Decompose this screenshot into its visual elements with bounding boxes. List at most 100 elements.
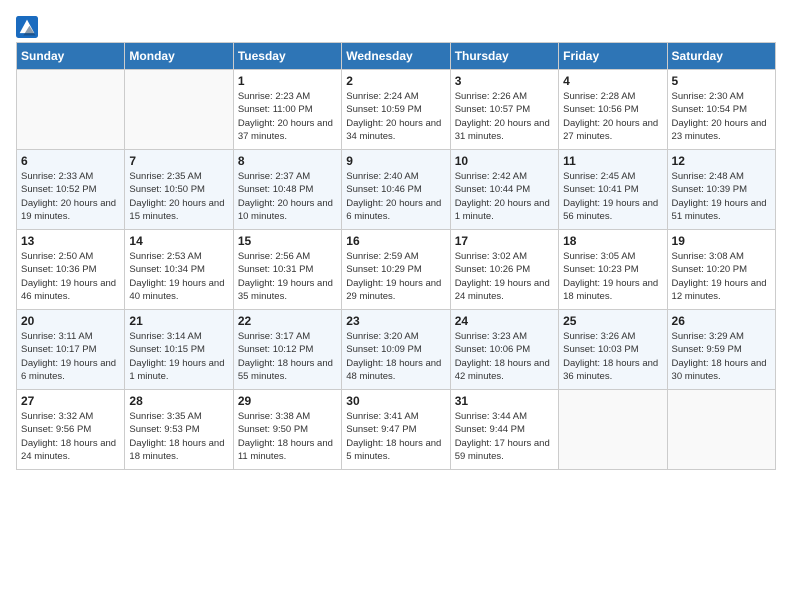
calendar-cell	[667, 390, 775, 470]
calendar-table: SundayMondayTuesdayWednesdayThursdayFrid…	[16, 42, 776, 470]
day-info: Sunrise: 2:33 AM Sunset: 10:52 PM Daylig…	[21, 170, 120, 223]
day-info: Sunrise: 3:23 AM Sunset: 10:06 PM Daylig…	[455, 330, 554, 383]
calendar-cell	[17, 70, 125, 150]
day-number: 22	[238, 314, 337, 328]
calendar-cell	[125, 70, 233, 150]
day-info: Sunrise: 2:59 AM Sunset: 10:29 PM Daylig…	[346, 250, 445, 303]
calendar-cell: 15 Sunrise: 2:56 AM Sunset: 10:31 PM Dayl…	[233, 230, 341, 310]
calendar-cell: 23 Sunrise: 3:20 AM Sunset: 10:09 PM Dayl…	[342, 310, 450, 390]
day-number: 20	[21, 314, 120, 328]
day-info: Sunrise: 2:24 AM Sunset: 10:59 PM Daylig…	[346, 90, 445, 143]
calendar-cell: 1 Sunrise: 2:23 AM Sunset: 11:00 PM Dayli…	[233, 70, 341, 150]
day-number: 23	[346, 314, 445, 328]
day-info: Sunrise: 2:37 AM Sunset: 10:48 PM Daylig…	[238, 170, 337, 223]
day-info: Sunrise: 3:32 AM Sunset: 9:56 PM Dayligh…	[21, 410, 120, 463]
day-number: 2	[346, 74, 445, 88]
calendar-week-row: 1 Sunrise: 2:23 AM Sunset: 11:00 PM Dayli…	[17, 70, 776, 150]
day-info: Sunrise: 2:48 AM Sunset: 10:39 PM Daylig…	[672, 170, 771, 223]
calendar-cell	[559, 390, 667, 470]
calendar-cell: 18 Sunrise: 3:05 AM Sunset: 10:23 PM Dayl…	[559, 230, 667, 310]
day-info: Sunrise: 3:41 AM Sunset: 9:47 PM Dayligh…	[346, 410, 445, 463]
day-number: 1	[238, 74, 337, 88]
day-info: Sunrise: 3:26 AM Sunset: 10:03 PM Daylig…	[563, 330, 662, 383]
calendar-cell: 8 Sunrise: 2:37 AM Sunset: 10:48 PM Dayli…	[233, 150, 341, 230]
day-number: 31	[455, 394, 554, 408]
day-info: Sunrise: 2:26 AM Sunset: 10:57 PM Daylig…	[455, 90, 554, 143]
calendar-header-monday: Monday	[125, 43, 233, 70]
calendar-cell: 7 Sunrise: 2:35 AM Sunset: 10:50 PM Dayli…	[125, 150, 233, 230]
calendar-cell: 19 Sunrise: 3:08 AM Sunset: 10:20 PM Dayl…	[667, 230, 775, 310]
day-number: 10	[455, 154, 554, 168]
day-info: Sunrise: 3:02 AM Sunset: 10:26 PM Daylig…	[455, 250, 554, 303]
day-number: 18	[563, 234, 662, 248]
day-number: 6	[21, 154, 120, 168]
calendar-cell: 16 Sunrise: 2:59 AM Sunset: 10:29 PM Dayl…	[342, 230, 450, 310]
day-number: 9	[346, 154, 445, 168]
calendar-cell: 22 Sunrise: 3:17 AM Sunset: 10:12 PM Dayl…	[233, 310, 341, 390]
calendar-cell: 9 Sunrise: 2:40 AM Sunset: 10:46 PM Dayli…	[342, 150, 450, 230]
day-info: Sunrise: 2:40 AM Sunset: 10:46 PM Daylig…	[346, 170, 445, 223]
day-info: Sunrise: 2:23 AM Sunset: 11:00 PM Daylig…	[238, 90, 337, 143]
calendar-cell: 24 Sunrise: 3:23 AM Sunset: 10:06 PM Dayl…	[450, 310, 558, 390]
day-info: Sunrise: 3:29 AM Sunset: 9:59 PM Dayligh…	[672, 330, 771, 383]
calendar-cell: 3 Sunrise: 2:26 AM Sunset: 10:57 PM Dayli…	[450, 70, 558, 150]
logo	[16, 16, 42, 38]
day-info: Sunrise: 3:20 AM Sunset: 10:09 PM Daylig…	[346, 330, 445, 383]
calendar-cell: 30 Sunrise: 3:41 AM Sunset: 9:47 PM Dayli…	[342, 390, 450, 470]
day-info: Sunrise: 3:17 AM Sunset: 10:12 PM Daylig…	[238, 330, 337, 383]
day-number: 25	[563, 314, 662, 328]
day-number: 28	[129, 394, 228, 408]
calendar-week-row: 6 Sunrise: 2:33 AM Sunset: 10:52 PM Dayli…	[17, 150, 776, 230]
day-number: 19	[672, 234, 771, 248]
day-number: 15	[238, 234, 337, 248]
calendar-cell: 14Sunrise: 2:53 AM Sunset: 10:34 PM Dayl…	[125, 230, 233, 310]
day-number: 14	[129, 234, 228, 248]
day-number: 24	[455, 314, 554, 328]
calendar-header-saturday: Saturday	[667, 43, 775, 70]
calendar-header-thursday: Thursday	[450, 43, 558, 70]
calendar-cell: 25 Sunrise: 3:26 AM Sunset: 10:03 PM Dayl…	[559, 310, 667, 390]
day-info: Sunrise: 3:11 AM Sunset: 10:17 PM Daylig…	[21, 330, 120, 383]
calendar-header-tuesday: Tuesday	[233, 43, 341, 70]
day-number: 11	[563, 154, 662, 168]
calendar-cell: 27 Sunrise: 3:32 AM Sunset: 9:56 PM Dayli…	[17, 390, 125, 470]
calendar-cell: 17 Sunrise: 3:02 AM Sunset: 10:26 PM Dayl…	[450, 230, 558, 310]
day-info: Sunrise: 3:38 AM Sunset: 9:50 PM Dayligh…	[238, 410, 337, 463]
day-info: Sunrise: 2:30 AM Sunset: 10:54 PM Daylig…	[672, 90, 771, 143]
calendar-cell: 12 Sunrise: 2:48 AM Sunset: 10:39 PM Dayl…	[667, 150, 775, 230]
day-number: 3	[455, 74, 554, 88]
calendar-cell: 26 Sunrise: 3:29 AM Sunset: 9:59 PM Dayli…	[667, 310, 775, 390]
calendar-body: 1 Sunrise: 2:23 AM Sunset: 11:00 PM Dayli…	[17, 70, 776, 470]
day-number: 7	[129, 154, 228, 168]
day-number: 29	[238, 394, 337, 408]
day-number: 30	[346, 394, 445, 408]
day-number: 21	[129, 314, 228, 328]
day-info: Sunrise: 2:28 AM Sunset: 10:56 PM Daylig…	[563, 90, 662, 143]
day-number: 16	[346, 234, 445, 248]
day-info: Sunrise: 3:05 AM Sunset: 10:23 PM Daylig…	[563, 250, 662, 303]
day-number: 26	[672, 314, 771, 328]
calendar-cell: 28 Sunrise: 3:35 AM Sunset: 9:53 PM Dayli…	[125, 390, 233, 470]
day-info: Sunrise: 2:35 AM Sunset: 10:50 PM Daylig…	[129, 170, 228, 223]
day-number: 27	[21, 394, 120, 408]
calendar-week-row: 27 Sunrise: 3:32 AM Sunset: 9:56 PM Dayli…	[17, 390, 776, 470]
day-info: Sunrise: 3:35 AM Sunset: 9:53 PM Dayligh…	[129, 410, 228, 463]
calendar-header-row: SundayMondayTuesdayWednesdayThursdayFrid…	[17, 43, 776, 70]
calendar-week-row: 20 Sunrise: 3:11 AM Sunset: 10:17 PM Dayl…	[17, 310, 776, 390]
day-number: 17	[455, 234, 554, 248]
day-info: Sunrise: 3:14 AM Sunset: 10:15 PM Daylig…	[129, 330, 228, 383]
calendar-cell: 13Sunrise: 2:50 AM Sunset: 10:36 PM Dayl…	[17, 230, 125, 310]
day-info: Sunrise: 3:44 AM Sunset: 9:44 PM Dayligh…	[455, 410, 554, 463]
day-info: Sunrise: 2:56 AM Sunset: 10:31 PM Daylig…	[238, 250, 337, 303]
calendar-cell: 2 Sunrise: 2:24 AM Sunset: 10:59 PM Dayli…	[342, 70, 450, 150]
day-number: 8	[238, 154, 337, 168]
calendar-cell: 6 Sunrise: 2:33 AM Sunset: 10:52 PM Dayli…	[17, 150, 125, 230]
calendar-week-row: 13Sunrise: 2:50 AM Sunset: 10:36 PM Dayl…	[17, 230, 776, 310]
day-info: Sunrise: 3:08 AM Sunset: 10:20 PM Daylig…	[672, 250, 771, 303]
day-info: Sunrise: 2:42 AM Sunset: 10:44 PM Daylig…	[455, 170, 554, 223]
calendar-header-friday: Friday	[559, 43, 667, 70]
day-number: 12	[672, 154, 771, 168]
calendar-header-wednesday: Wednesday	[342, 43, 450, 70]
calendar-cell: 5Sunrise: 2:30 AM Sunset: 10:54 PM Dayli…	[667, 70, 775, 150]
day-info: Sunrise: 2:50 AM Sunset: 10:36 PM Daylig…	[21, 250, 120, 303]
